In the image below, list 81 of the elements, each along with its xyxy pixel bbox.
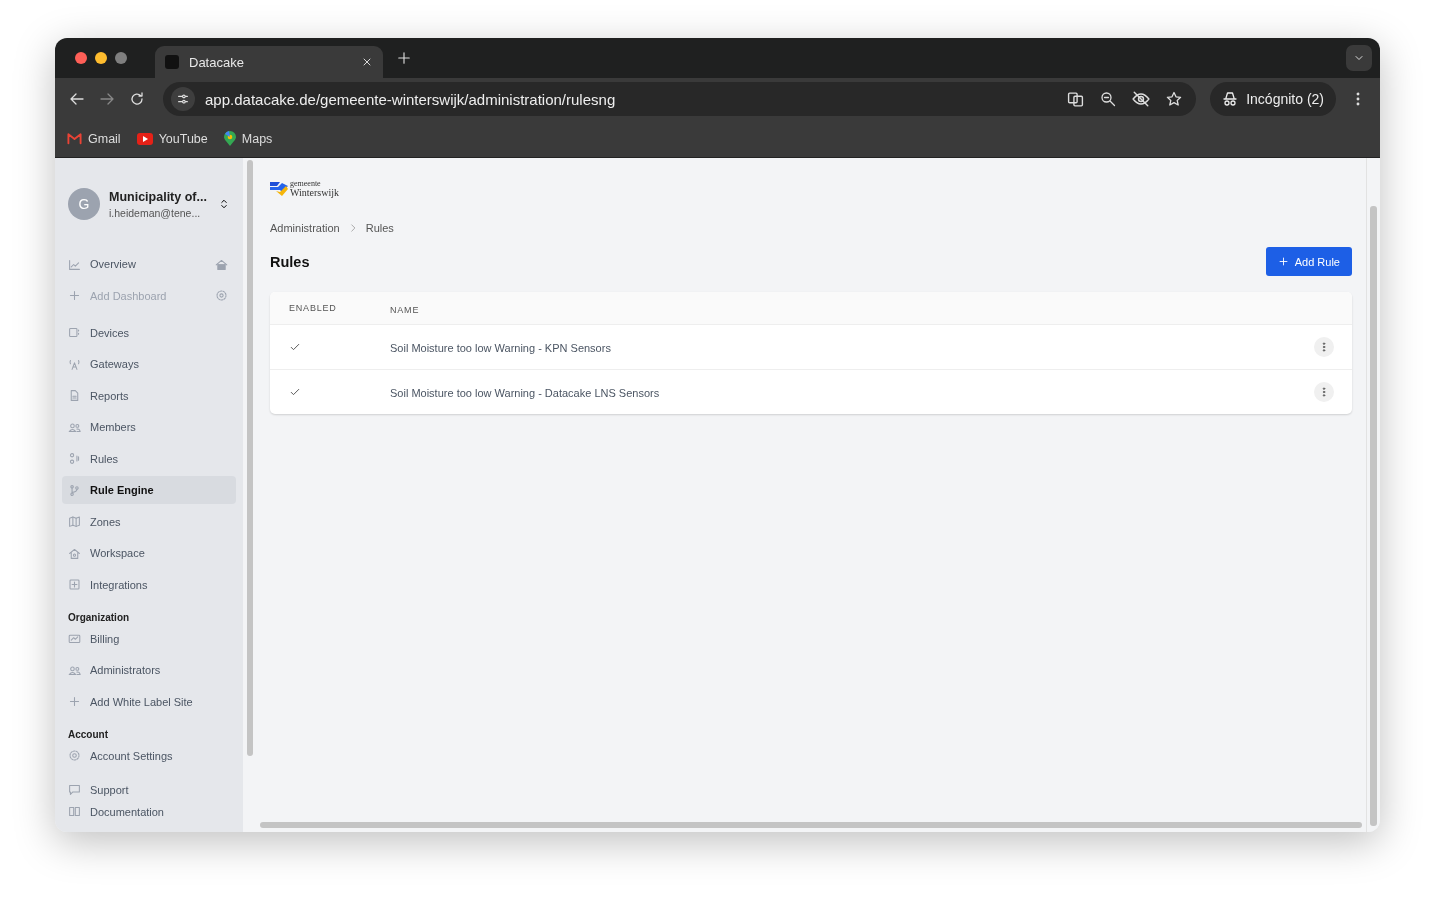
bookmark[interactable]: YouTube — [136, 131, 208, 146]
section-heading: Organization — [67, 610, 131, 625]
add-rule-button[interactable]: Add Rule — [1265, 247, 1352, 276]
nav-item[interactable]: Administrators — [62, 656, 236, 684]
nav-item[interactable]: Reports — [62, 381, 236, 410]
workspace-name: Municipality of... — [109, 189, 208, 204]
new-tab-icon — [397, 51, 411, 65]
book-icon — [68, 805, 81, 818]
breadcrumb-link[interactable]: Administration — [270, 222, 340, 234]
nav-item[interactable]: Rule Engine — [62, 476, 236, 504]
star-icon — [1166, 91, 1183, 107]
tab-list-button[interactable] — [1346, 45, 1372, 71]
chart-icon — [68, 257, 81, 271]
nav-item[interactable]: Support — [62, 778, 236, 801]
nav-item[interactable]: Integrations — [62, 570, 236, 599]
nav-item[interactable]: Billing — [62, 624, 236, 653]
more-button[interactable] — [1314, 337, 1334, 357]
nav-item[interactable]: Documentation — [62, 800, 236, 823]
minimize-window-button[interactable] — [95, 52, 107, 64]
bookmark[interactable]: Gmail — [67, 131, 121, 146]
document-icon — [68, 389, 81, 402]
breadcrumb-link[interactable]: Rules — [365, 222, 394, 234]
map-pin-icon — [223, 131, 236, 146]
nav-item[interactable]: Devices — [62, 318, 236, 347]
rules-icon — [68, 452, 81, 465]
rule-name[interactable]: Soil Moisture too low Warning - KPN Sensors — [390, 342, 611, 354]
nav-item[interactable]: Rules — [62, 444, 236, 473]
eye-slash-icon — [1132, 90, 1151, 108]
tune-icon — [176, 92, 190, 106]
nav-item[interactable]: Account Settings — [62, 741, 236, 770]
scrollbar[interactable] — [246, 160, 253, 756]
incognito-icon — [1222, 91, 1239, 107]
scrollbar[interactable] — [1370, 206, 1377, 826]
map-icon — [68, 515, 81, 528]
nav-item[interactable]: Gateways — [62, 350, 236, 378]
house-icon — [68, 546, 81, 560]
logo: gemeente Winterswijk — [270, 180, 1352, 198]
invoice-icon — [68, 632, 81, 645]
page-title: Rules — [270, 253, 310, 270]
avatar: G — [68, 188, 100, 220]
translate-icon — [1067, 90, 1085, 108]
settings-icon — [215, 289, 228, 302]
users-icon — [68, 663, 81, 677]
address-bar[interactable]: app.datacake.de/gemeente-winterswijk/administration/rulesng — [163, 82, 1197, 116]
plus-icon — [68, 289, 81, 302]
nav-item[interactable]: Overview — [62, 250, 236, 278]
scrollbar[interactable] — [260, 822, 1362, 828]
nav-item[interactable]: Workspace — [62, 539, 236, 567]
close-window-button[interactable] — [75, 52, 87, 64]
plus-icon — [68, 695, 81, 708]
back-icon — [69, 91, 85, 107]
zoom-out-icon — [1100, 91, 1117, 107]
bookmark[interactable]: Maps — [223, 131, 273, 146]
plus-square-icon — [68, 578, 81, 591]
video-icon — [136, 132, 153, 145]
close-icon — [361, 56, 373, 68]
zoom-window-button[interactable] — [115, 52, 127, 64]
branch-icon — [68, 483, 81, 497]
mail-icon — [67, 131, 82, 146]
section-heading: Account — [67, 727, 109, 742]
profile-button[interactable]: Incógnito (2) — [1210, 82, 1336, 116]
switcher-icon — [218, 197, 230, 211]
plus-icon — [1277, 256, 1289, 267]
site-icon — [165, 55, 179, 69]
gear-icon — [68, 749, 81, 762]
home-icon — [215, 257, 228, 271]
nav-item[interactable]: Members — [62, 413, 236, 441]
user-email: i.heideman@tene... — [109, 206, 202, 219]
antenna-icon — [68, 357, 81, 371]
device-icon — [68, 326, 81, 339]
rule-name[interactable]: Soil Moisture too low Warning - Datacake LNS Sensors — [390, 387, 660, 399]
column-header: NAME — [390, 305, 420, 315]
nav-item[interactable]: Add White Label Site — [62, 687, 236, 716]
column-header: ENABLED — [289, 303, 337, 313]
browser-tab[interactable]: Datacake — [155, 46, 383, 78]
forward-icon — [99, 91, 115, 107]
more-button[interactable] — [1314, 382, 1334, 402]
chat-icon — [68, 783, 81, 796]
nav-item[interactable]: Zones — [62, 507, 236, 536]
users-icon — [68, 420, 81, 434]
reload-icon — [129, 91, 145, 107]
